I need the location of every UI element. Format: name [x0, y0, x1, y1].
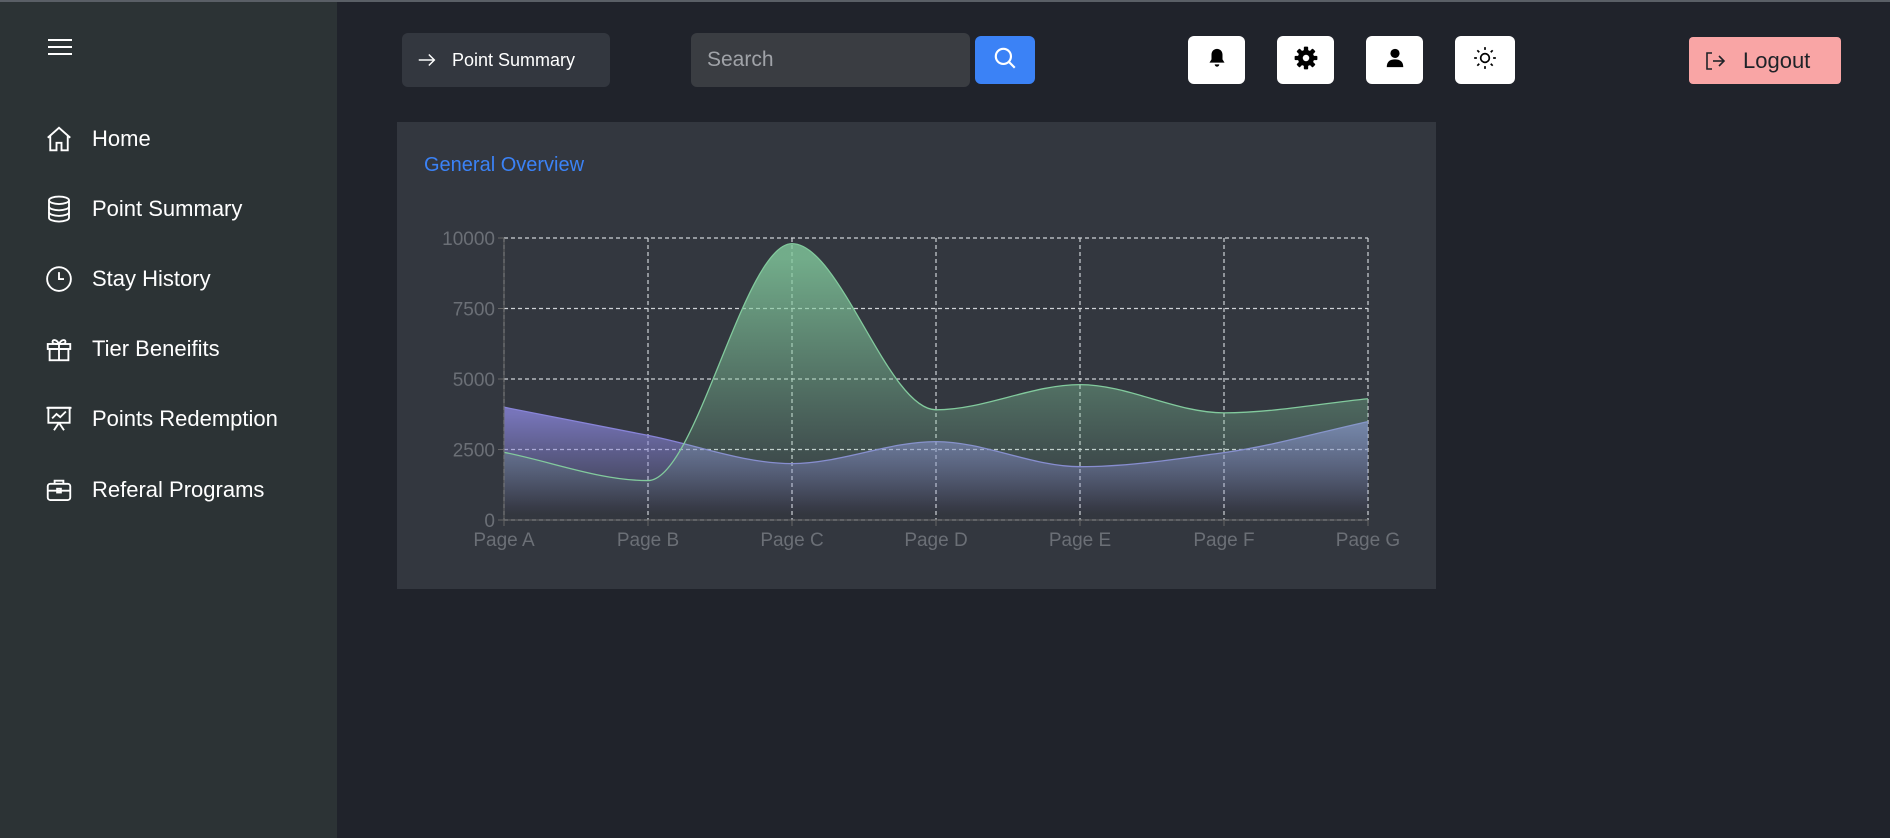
sidebar-item-label: Stay History: [92, 266, 211, 291]
theme-toggle-button[interactable]: [1455, 36, 1515, 84]
x-tick-label: Page E: [1049, 530, 1111, 551]
presentation-chart-icon: [44, 404, 74, 434]
search-button[interactable]: [975, 36, 1035, 84]
sidebar-item-points-redemption[interactable]: Points Redemption: [44, 399, 278, 439]
briefcase-icon: [44, 475, 74, 505]
sidebar-item-tier-benefits[interactable]: Tier Beneifits: [44, 329, 220, 369]
search-input[interactable]: [691, 33, 970, 87]
x-tick-label: Page B: [617, 530, 679, 551]
sidebar-item-home[interactable]: Home: [44, 119, 151, 159]
y-tick-label: 7500: [453, 300, 495, 321]
sidebar-item-label: Point Summary: [92, 196, 243, 221]
x-tick-label: Page G: [1336, 530, 1400, 551]
notifications-button[interactable]: [1188, 36, 1245, 84]
user-icon: [1384, 47, 1406, 74]
y-tick-label: 5000: [453, 370, 495, 391]
y-tick-label: 0: [484, 511, 495, 532]
gear-icon: [1293, 45, 1319, 76]
bell-icon: [1206, 47, 1228, 74]
y-tick-label: 2500: [453, 441, 495, 462]
sidebar-item-referral-programs[interactable]: Referal Programs: [44, 470, 264, 510]
menu-icon[interactable]: [46, 36, 74, 58]
sidebar-item-stay-history[interactable]: Stay History: [44, 259, 211, 299]
logout-label: Logout: [1743, 47, 1811, 73]
gift-icon: [44, 334, 74, 364]
home-icon: [44, 124, 74, 154]
breadcrumb[interactable]: Point Summary: [402, 33, 610, 87]
sidebar-item-label: Tier Beneifits: [92, 336, 220, 361]
database-icon: [44, 194, 74, 224]
arrow-right-icon: [416, 49, 438, 71]
search-icon: [992, 45, 1018, 76]
x-tick-label: Page C: [760, 530, 823, 551]
y-tick-label: 10000: [442, 229, 495, 250]
logout-icon: [1703, 48, 1729, 74]
x-tick-label: Page F: [1193, 530, 1254, 551]
x-tick-label: Page A: [473, 530, 535, 551]
sun-icon: [1472, 45, 1498, 76]
x-tick-label: Page D: [904, 530, 967, 551]
breadcrumb-label: Point Summary: [452, 49, 576, 70]
sidebar-item-label: Home: [92, 126, 151, 151]
sidebar-item-point-summary[interactable]: Point Summary: [44, 189, 242, 229]
logout-button[interactable]: Logout: [1689, 37, 1841, 84]
sidebar: Home Point Summary Stay History Tier Ben…: [0, 2, 337, 838]
profile-button[interactable]: [1366, 36, 1423, 84]
settings-button[interactable]: [1277, 36, 1334, 84]
clock-icon: [44, 264, 74, 294]
general-overview-card: General Overview 0 2500 5000 7500 10000 Page …: [397, 122, 1436, 589]
sidebar-item-label: Points Redemption: [92, 406, 278, 431]
area-chart: 0 2500 5000 7500 10000 Page A Page B Page C Page…: [442, 229, 1400, 551]
sidebar-item-label: Referal Programs: [92, 477, 265, 502]
